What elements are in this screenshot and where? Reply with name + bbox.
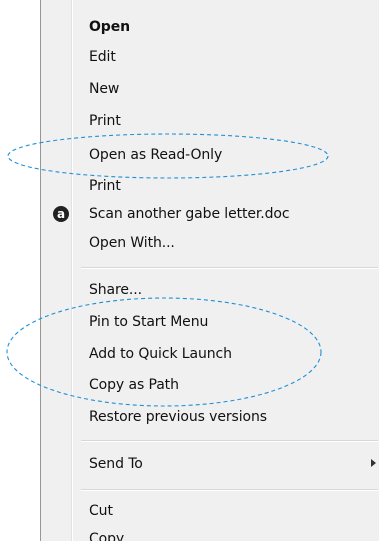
menu-item-pin-start[interactable]: Pin to Start Menu xyxy=(41,307,379,337)
menu-item-label: Edit xyxy=(89,49,116,65)
menu-item-label: Scan another gabe letter.doc xyxy=(89,206,290,222)
menu-separator xyxy=(81,489,378,491)
menu-item-label: Open as Read-Only xyxy=(89,147,223,163)
menu-item-cut[interactable]: Cut xyxy=(41,496,379,526)
menu-item-label: Open With... xyxy=(89,235,175,251)
menu-separator xyxy=(81,440,378,442)
menu-item-open-with[interactable]: Open With... xyxy=(41,228,379,258)
menu-item-label: Print xyxy=(89,113,121,129)
menu-item-send-to[interactable]: Send To xyxy=(41,449,379,479)
screenshot-stage: Open Edit New Print Open as Read-Only Pr… xyxy=(0,0,379,541)
menu-item-share[interactable]: Share... xyxy=(41,275,379,305)
menu-item-edit[interactable]: Edit xyxy=(41,42,379,72)
menu-item-copy-as-path[interactable]: Copy as Path xyxy=(41,370,379,400)
menu-item-scan-letter[interactable]: a Scan another gabe letter.doc xyxy=(41,199,379,229)
menu-item-label: Open xyxy=(89,19,130,35)
menu-item-label: Restore previous versions xyxy=(89,409,267,425)
menu-item-copy[interactable]: Copy xyxy=(41,524,379,541)
menu-item-open-read-only[interactable]: Open as Read-Only xyxy=(41,140,379,170)
context-menu: Open Edit New Print Open as Read-Only Pr… xyxy=(40,0,379,541)
menu-item-label: Cut xyxy=(89,503,113,519)
menu-item-label: Send To xyxy=(89,456,143,472)
menu-item-label: Print xyxy=(89,178,121,194)
menu-item-open[interactable]: Open xyxy=(41,12,379,42)
scan-badge-icon: a xyxy=(53,206,69,222)
menu-item-label: Pin to Start Menu xyxy=(89,314,209,330)
menu-item-restore-versions[interactable]: Restore previous versions xyxy=(41,402,379,432)
menu-item-label: Add to Quick Launch xyxy=(89,346,232,362)
menu-item-add-quick-launch[interactable]: Add to Quick Launch xyxy=(41,339,379,369)
menu-item-print[interactable]: Print xyxy=(41,106,379,136)
menu-item-label: Copy as Path xyxy=(89,377,179,393)
menu-item-label: Copy xyxy=(89,531,125,541)
menu-item-print-2[interactable]: Print xyxy=(41,171,379,201)
menu-item-new[interactable]: New xyxy=(41,74,379,104)
menu-item-label: Share... xyxy=(89,282,142,298)
menu-item-label: New xyxy=(89,81,120,97)
submenu-arrow-icon xyxy=(371,459,376,467)
menu-separator xyxy=(81,267,378,269)
